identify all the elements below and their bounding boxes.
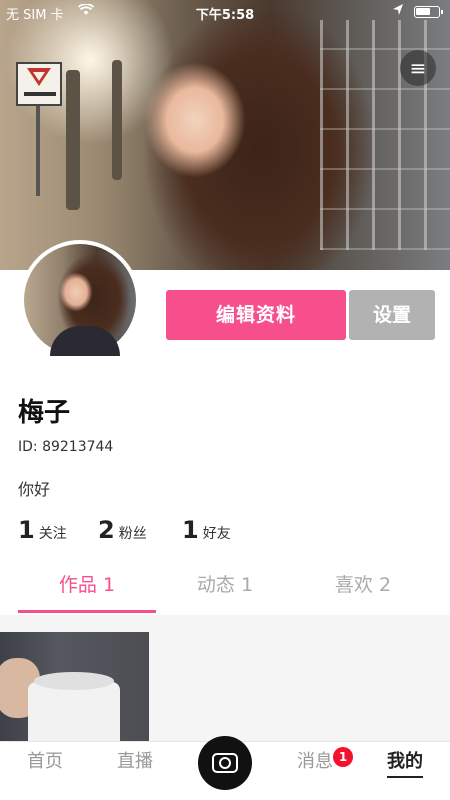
profile-id: ID: 89213744 [18, 439, 114, 455]
stat-count: 1 [182, 516, 199, 544]
battery-icon [414, 6, 443, 18]
avatar[interactable] [20, 240, 140, 360]
work-thumbnail[interactable] [0, 632, 149, 741]
status-bar: 无 SIM 卡 下午5:58 [0, 0, 450, 24]
nav-me-label: 我的 [387, 751, 423, 772]
stat-label: 关注 [38, 526, 67, 542]
stat-label: 好友 [202, 526, 231, 542]
stat-count: 2 [98, 516, 115, 544]
profile-tabs: 作品 1 动态 1 喜欢 2 [0, 562, 450, 614]
stat-followers[interactable]: 2 粉丝 [98, 516, 147, 544]
bottom-nav: 首页 直播 消息 1 我的 [0, 736, 450, 800]
tab-active-indicator [18, 610, 156, 613]
tab-likes[interactable]: 喜欢 2 [288, 562, 438, 614]
location-arrow-icon [392, 3, 404, 21]
tab-moments[interactable]: 动态 1 [150, 562, 300, 614]
stat-count: 1 [18, 516, 35, 544]
nav-live[interactable]: 直播 [95, 742, 175, 782]
settings-button[interactable]: 设置 [349, 290, 435, 340]
cover-tree [112, 60, 122, 180]
cover-tree [66, 70, 80, 210]
stat-following[interactable]: 1 关注 [18, 516, 67, 544]
menu-icon[interactable]: ≡ [400, 50, 436, 86]
thumb-lid [34, 672, 114, 690]
tab-works[interactable]: 作品 1 [12, 562, 162, 614]
nav-home[interactable]: 首页 [5, 742, 85, 782]
nav-me[interactable]: 我的 [365, 742, 445, 782]
camera-icon[interactable] [198, 736, 252, 790]
sign-pole [36, 106, 40, 196]
edit-profile-button[interactable]: 编辑资料 [166, 290, 346, 340]
profile-name: 梅子 [18, 398, 71, 428]
stat-label: 粉丝 [118, 526, 147, 542]
stat-friends[interactable]: 1 好友 [182, 516, 231, 544]
works-grid [0, 615, 450, 741]
nav-active-indicator [387, 776, 423, 778]
clock-time: 下午5:58 [195, 8, 255, 23]
messages-badge: 1 [333, 747, 353, 767]
thumb-jar [28, 682, 120, 741]
profile-bio: 你好 [18, 480, 51, 499]
cover-photo [0, 0, 450, 270]
traffic-sign-icon [16, 62, 62, 106]
